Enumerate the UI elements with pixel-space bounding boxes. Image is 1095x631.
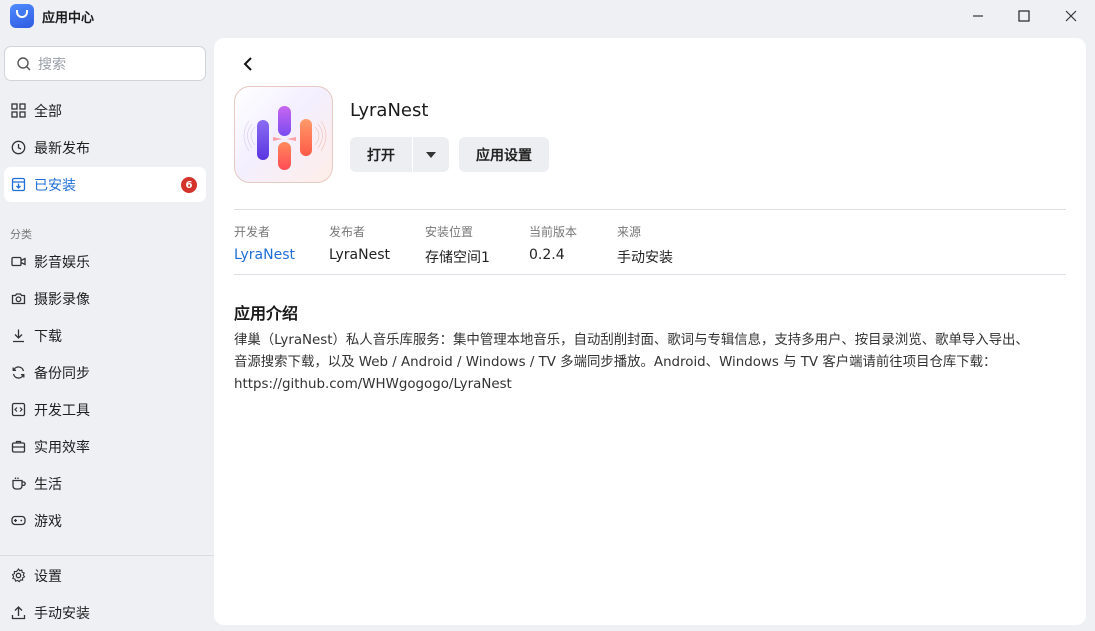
close-button[interactable] bbox=[1048, 0, 1094, 32]
meta-install-location: 安装位置 存储空间1 bbox=[425, 223, 490, 267]
sidebar-item-backup[interactable]: 备份同步 bbox=[4, 355, 206, 390]
sync-icon bbox=[10, 365, 26, 381]
sidebar-item-settings[interactable]: 设置 bbox=[4, 558, 206, 593]
intro-line: 音源搜索下载，以及 Web / Android / Windows / TV 多… bbox=[234, 355, 997, 370]
sidebar-item-label: 影音娱乐 bbox=[34, 254, 90, 271]
meta-label: 开发者 bbox=[234, 225, 271, 239]
coffee-cup-icon bbox=[10, 476, 26, 492]
sidebar-item-all[interactable]: 全部 bbox=[4, 93, 206, 128]
code-icon bbox=[10, 402, 26, 418]
close-icon bbox=[1065, 10, 1077, 22]
sidebar-item-label: 最新发布 bbox=[34, 140, 90, 157]
developer-link[interactable]: LyraNest bbox=[234, 247, 295, 263]
search-input[interactable]: 搜索 bbox=[4, 46, 206, 81]
intro-title: 应用介绍 bbox=[234, 304, 299, 323]
meta-label: 安装位置 bbox=[425, 225, 474, 239]
sidebar-item-installed[interactable]: 已安装 6 bbox=[4, 167, 206, 202]
meta-source: 来源 手动安装 bbox=[617, 223, 673, 267]
sidebar-item-label: 设置 bbox=[34, 568, 62, 585]
meta-version: 当前版本 0.2.4 bbox=[529, 223, 577, 263]
shopping-bag-icon bbox=[10, 4, 34, 28]
sidebar-item-media[interactable]: 影音娱乐 bbox=[4, 244, 206, 279]
meta-label: 来源 bbox=[617, 225, 642, 239]
video-camera-icon bbox=[10, 254, 26, 270]
camera-icon bbox=[10, 291, 26, 307]
gamepad-icon bbox=[10, 513, 26, 529]
caret-down-icon bbox=[426, 151, 436, 158]
lyranest-logo-icon bbox=[243, 106, 327, 170]
search-placeholder: 搜索 bbox=[38, 56, 66, 73]
upload-icon bbox=[10, 605, 26, 621]
maximize-icon bbox=[1018, 10, 1030, 22]
sidebar-item-download[interactable]: 下载 bbox=[4, 318, 206, 353]
minimize-icon bbox=[973, 15, 983, 17]
sidebar-item-label: 游戏 bbox=[34, 513, 62, 530]
install-box-icon bbox=[10, 177, 26, 193]
briefcase-icon bbox=[10, 439, 26, 455]
sidebar-divider bbox=[0, 555, 214, 556]
sidebar-item-label: 生活 bbox=[34, 476, 62, 493]
intro-line: 律巢（LyraNest）私人音乐库服务：集中管理本地音乐，自动刮削封面、歌词与专… bbox=[234, 333, 1029, 348]
gear-icon bbox=[10, 568, 26, 584]
clock-icon bbox=[10, 140, 26, 156]
meta-developer: 开发者 LyraNest bbox=[234, 223, 295, 263]
sidebar-item-life[interactable]: 生活 bbox=[4, 466, 206, 501]
sidebar-item-devtools[interactable]: 开发工具 bbox=[4, 392, 206, 427]
sidebar-item-label: 备份同步 bbox=[34, 365, 90, 382]
meta-publisher: 发布者 LyraNest bbox=[329, 223, 390, 263]
sidebar-item-latest[interactable]: 最新发布 bbox=[4, 130, 206, 165]
chevron-left-icon bbox=[243, 57, 252, 71]
meta-value: 0.2.4 bbox=[529, 247, 565, 263]
category-section-title: 分类 bbox=[10, 228, 32, 241]
open-options-dropdown[interactable] bbox=[413, 137, 449, 172]
app-detail-panel: LyraNest 打开 应用设置 开发者 LyraNest 发布者 LyraNe… bbox=[214, 38, 1086, 625]
back-button[interactable] bbox=[240, 54, 256, 74]
search-icon bbox=[17, 56, 31, 70]
sidebar-item-label: 全部 bbox=[34, 103, 62, 120]
meta-value: LyraNest bbox=[329, 247, 391, 263]
title-bar: 应用中心 bbox=[0, 0, 1095, 32]
window-title: 应用中心 bbox=[42, 11, 95, 26]
app-settings-button[interactable]: 应用设置 bbox=[459, 137, 549, 172]
sidebar-item-games[interactable]: 游戏 bbox=[4, 503, 206, 538]
meta-value: 存储空间1 bbox=[425, 250, 490, 266]
divider bbox=[234, 209, 1066, 210]
download-icon bbox=[10, 328, 26, 344]
minimize-button[interactable] bbox=[955, 0, 1001, 32]
sidebar-item-label: 开发工具 bbox=[34, 402, 90, 419]
open-button[interactable]: 打开 bbox=[350, 137, 412, 172]
meta-label: 当前版本 bbox=[529, 225, 578, 239]
maximize-button[interactable] bbox=[1001, 0, 1047, 32]
sidebar-item-label: 摄影录像 bbox=[34, 291, 90, 308]
grid-icon bbox=[10, 103, 26, 119]
hidden-category-item bbox=[10, 548, 70, 554]
meta-value: 手动安装 bbox=[617, 250, 673, 266]
sidebar-item-photo[interactable]: 摄影录像 bbox=[4, 281, 206, 316]
sidebar: 搜索 全部 最新发布 已安装 6 分类 影音娱乐 摄影录像 下载 备份同步 开发… bbox=[0, 32, 214, 631]
meta-label: 发布者 bbox=[329, 225, 366, 239]
app-icon bbox=[234, 86, 333, 183]
sidebar-item-label: 实用效率 bbox=[34, 439, 90, 456]
sidebar-item-label: 手动安装 bbox=[34, 605, 90, 622]
sidebar-item-manual-install[interactable]: 手动安装 bbox=[4, 595, 206, 630]
sidebar-item-productivity[interactable]: 实用效率 bbox=[4, 429, 206, 464]
app-name: LyraNest bbox=[350, 100, 429, 121]
sidebar-item-label: 已安装 bbox=[34, 177, 76, 194]
installed-count-badge: 6 bbox=[181, 177, 197, 193]
divider bbox=[234, 274, 1066, 275]
sidebar-item-label: 下载 bbox=[34, 328, 62, 345]
intro-description: 律巢（LyraNest）私人音乐库服务：集中管理本地音乐，自动刮削封面、歌词与专… bbox=[234, 330, 1074, 396]
intro-line: https://github.com/WHWgogogo/LyraNest bbox=[234, 377, 512, 392]
